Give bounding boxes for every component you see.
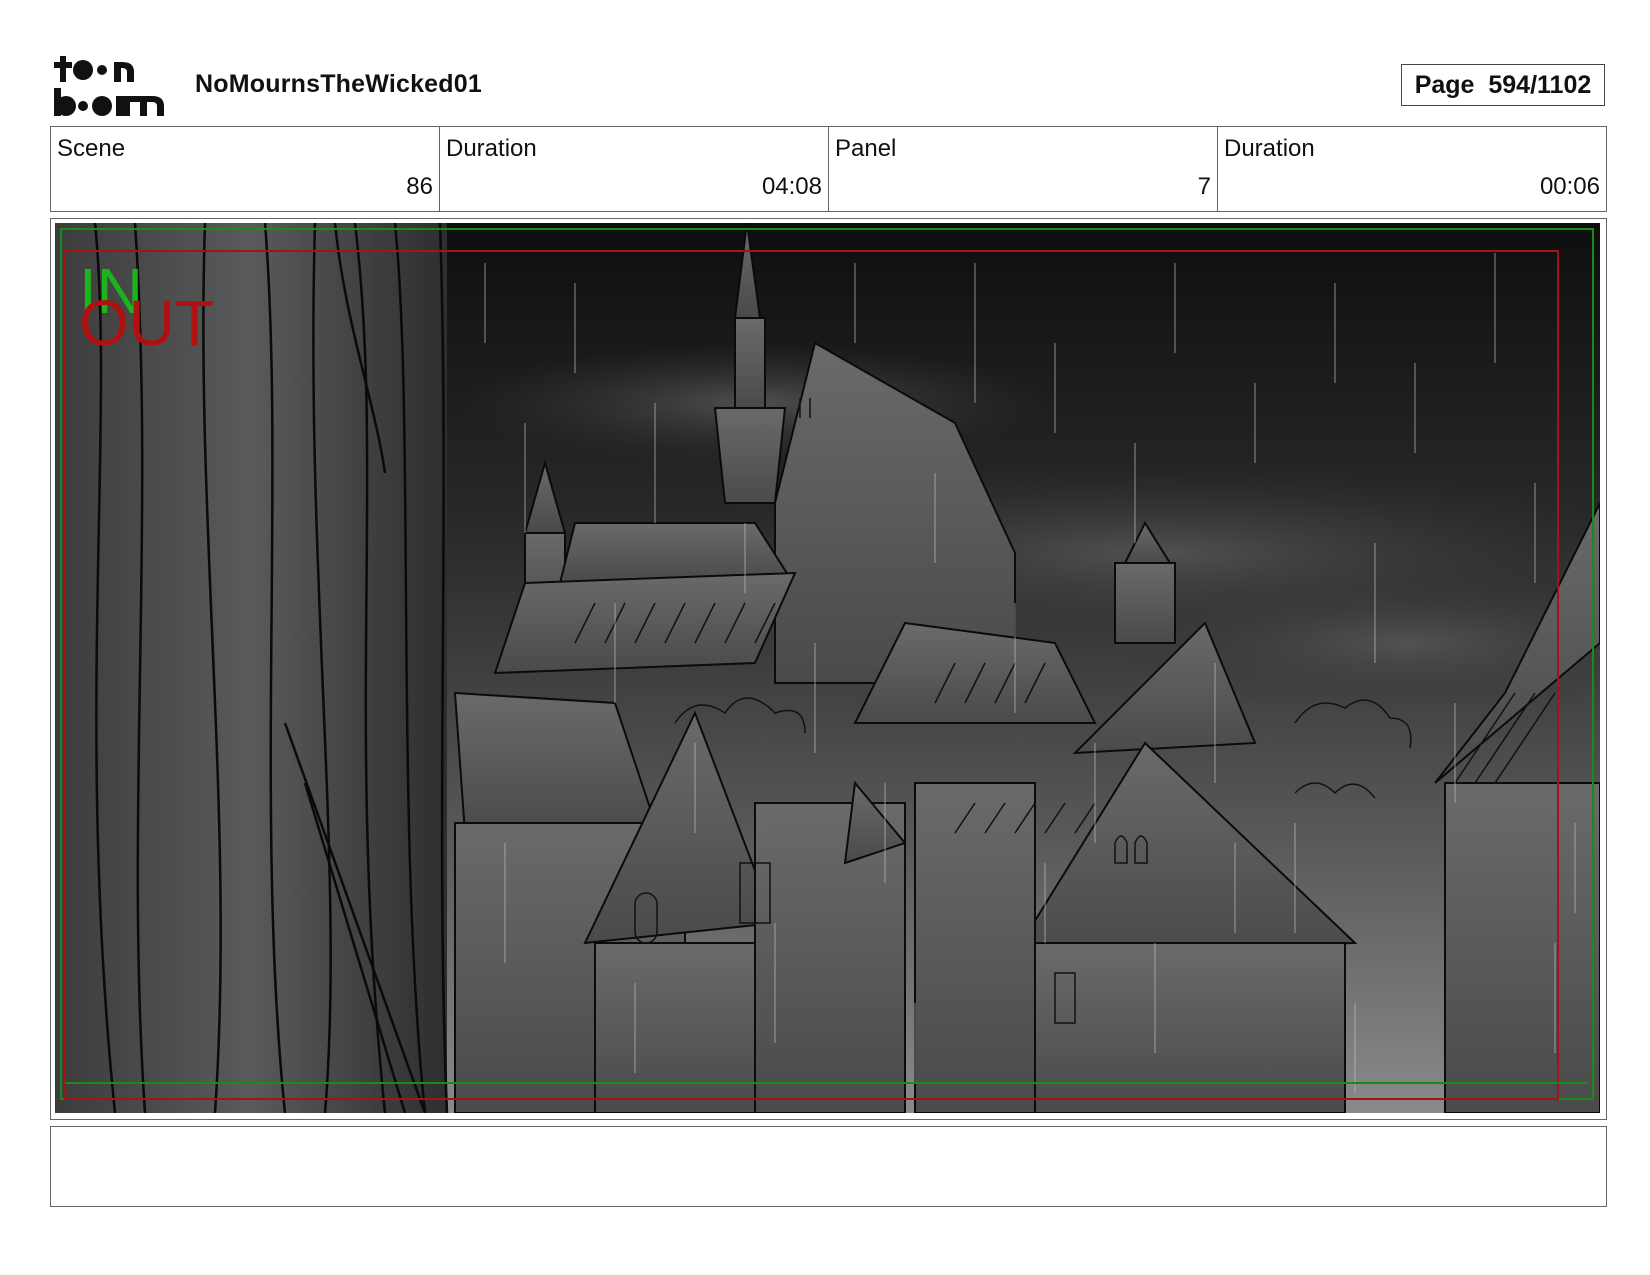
scene-duration-cell: Duration 04:08	[440, 127, 829, 211]
storyboard-panel-image: IN OUT	[55, 223, 1600, 1113]
scene-duration-label: Duration	[446, 135, 537, 162]
panel-duration-value: 00:06	[1539, 173, 1600, 200]
scene-cell: Scene 86	[51, 127, 440, 211]
out-marker: OUT	[79, 287, 214, 359]
panel-duration-label: Duration	[1224, 135, 1315, 162]
scene-duration-value: 04:08	[761, 173, 822, 200]
panel-duration-cell: Duration 00:06	[1218, 127, 1606, 211]
panel-value: 7	[1197, 173, 1211, 200]
panel-info-row: Scene 86 Duration 04:08 Panel 7 Duration…	[50, 126, 1607, 212]
page-indicator: Page 594/1102	[1401, 64, 1605, 106]
page-label: Page	[1414, 70, 1475, 99]
page-number: 594/1102	[1488, 70, 1592, 99]
toonboom-logo	[52, 52, 172, 118]
panel-notes-box	[50, 1126, 1607, 1207]
scene-value: 86	[406, 173, 433, 200]
scene-label: Scene	[57, 135, 126, 162]
storyboard-panel-frame: IN OUT	[50, 218, 1607, 1120]
panel-label: Panel	[835, 135, 897, 162]
project-title: NoMournsTheWicked01	[195, 70, 482, 98]
panel-cell: Panel 7	[829, 127, 1218, 211]
